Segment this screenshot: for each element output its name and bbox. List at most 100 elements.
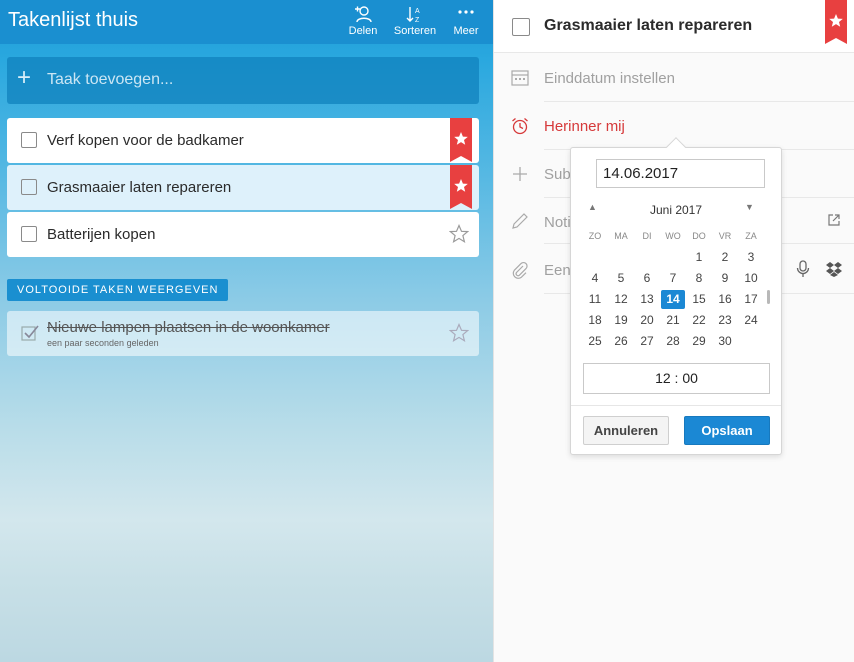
svg-text:A: A: [415, 8, 420, 15]
reminder-date-input[interactable]: [596, 159, 765, 188]
calendar-day[interactable]: 20: [635, 310, 659, 331]
show-completed-button[interactable]: VOLTOOIDE TAKEN WEERGEVEN: [7, 279, 229, 301]
weekday-label: DO: [692, 231, 706, 241]
pencil-icon: [512, 213, 528, 229]
share-label: Delen: [348, 25, 378, 37]
calendar-day-selected[interactable]: 14: [661, 290, 685, 309]
task-title: Batterijen kopen: [47, 226, 156, 243]
sort-button[interactable]: AZ Sorteren: [392, 5, 438, 37]
calendar-week-row: 18 19 20 21 22 23 24: [583, 310, 767, 331]
calendar-day[interactable]: 17: [739, 289, 763, 310]
sort-label: Sorteren: [393, 25, 437, 37]
checked-checkbox-icon[interactable]: [21, 324, 39, 342]
calendar-scrollbar[interactable]: [767, 290, 770, 304]
external-link-icon[interactable]: [827, 213, 841, 227]
reminder-popup: ▲ Juni 2017 ▼ ZO MA DI WO DO VR ZA 12345…: [570, 137, 782, 455]
alarm-clock-icon: [512, 118, 528, 135]
svg-text:Z: Z: [415, 17, 420, 23]
task-checkbox[interactable]: [21, 179, 37, 195]
calendar-week-row: 25 26 27 28 29 30: [583, 331, 767, 352]
star-outline-icon[interactable]: [449, 323, 469, 343]
weekday-label: WO: [665, 231, 681, 241]
note-label: Noti: [544, 214, 571, 231]
task-checkbox[interactable]: [21, 226, 37, 242]
weekday-label: VR: [718, 231, 732, 241]
star-outline-icon[interactable]: [449, 224, 469, 244]
calendar-day[interactable]: 2: [713, 247, 737, 268]
next-month-arrow-icon[interactable]: ▼: [745, 202, 754, 212]
reminder-row[interactable]: Herinner mij: [544, 102, 854, 150]
star-ribbon-icon[interactable]: [825, 0, 847, 44]
calendar-day[interactable]: 26: [609, 331, 633, 352]
calendar-day[interactable]: 9: [713, 268, 737, 289]
star-ribbon-icon[interactable]: [450, 165, 472, 209]
sort-icon: AZ: [392, 5, 438, 24]
save-button[interactable]: Opslaan: [684, 416, 770, 445]
calendar-day[interactable]: 10: [739, 268, 763, 289]
cancel-button[interactable]: Annuleren: [583, 416, 669, 445]
task-title: Verf kopen voor de badkamer: [47, 132, 244, 149]
weekday-label: MA: [614, 231, 628, 241]
detail-title[interactable]: Grasmaaier laten repareren: [544, 17, 752, 35]
task-row-selected[interactable]: Grasmaaier laten repareren: [7, 165, 479, 210]
list-title: Takenlijst thuis: [8, 9, 139, 31]
calendar-day[interactable]: 6: [635, 268, 659, 289]
file-label: Een: [544, 262, 571, 279]
calendar-day[interactable]: 7: [661, 268, 685, 289]
calendar-day[interactable]: 8: [687, 268, 711, 289]
calendar-day[interactable]: 18: [583, 310, 607, 331]
star-ribbon-icon[interactable]: [450, 118, 472, 162]
add-person-icon: [340, 5, 386, 23]
calendar-day[interactable]: 4: [583, 268, 607, 289]
due-date-row[interactable]: Einddatum instellen: [544, 54, 854, 102]
calendar-day[interactable]: 3: [739, 247, 763, 268]
popup-footer: Annuleren Opslaan: [571, 405, 781, 455]
calendar-icon: [511, 70, 529, 86]
calendar-day[interactable]: 21: [661, 310, 685, 331]
add-task-input[interactable]: + Taak toevoegen...: [7, 57, 479, 104]
calendar-day[interactable]: 12: [609, 289, 633, 310]
detail-header: Grasmaaier laten repareren: [494, 0, 854, 53]
dropbox-icon[interactable]: [825, 261, 843, 277]
calendar-day[interactable]: 23: [713, 310, 737, 331]
calendar-day[interactable]: 11: [583, 289, 607, 310]
calendar-day[interactable]: 29: [687, 331, 711, 352]
plus-icon: [513, 167, 527, 181]
share-button[interactable]: Delen: [340, 5, 386, 37]
weekday-label: ZA: [745, 231, 757, 241]
due-date-label: Einddatum instellen: [544, 70, 675, 87]
task-row[interactable]: Verf kopen voor de badkamer: [7, 118, 479, 163]
calendar-grid: ZO MA DI WO DO VR ZA 1 2 3 4 5 6 7 8 9 10 11 12 13 14…: [583, 226, 767, 352]
calendar-day[interactable]: 22: [687, 310, 711, 331]
calendar-week-row: 123: [583, 247, 767, 268]
completed-task-row[interactable]: Nieuwe lampen plaatsen in de woonkamer e…: [7, 311, 479, 356]
detail-checkbox[interactable]: [512, 18, 530, 36]
calendar-day[interactable]: 16: [713, 289, 737, 310]
more-button[interactable]: Meer: [443, 5, 489, 37]
calendar-week-row: 4 5 6 7 8 9 10: [583, 268, 767, 289]
microphone-icon[interactable]: [796, 260, 810, 278]
calendar-day[interactable]: 5: [609, 268, 633, 289]
weekday-label: ZO: [588, 231, 602, 241]
calendar-day[interactable]: 27: [635, 331, 659, 352]
calendar-day[interactable]: 13: [635, 289, 659, 310]
calendar-day[interactable]: 1: [687, 247, 711, 268]
more-label: Meer: [453, 25, 479, 37]
reminder-time-input[interactable]: 12 : 00: [583, 363, 770, 394]
add-task-placeholder: Taak toevoegen...: [47, 71, 174, 88]
list-toolbar: Takenlijst thuis Delen AZ Sorteren Meer: [0, 0, 493, 44]
task-row[interactable]: Batterijen kopen: [7, 212, 479, 257]
completed-task-title: Nieuwe lampen plaatsen in de woonkamer: [47, 319, 330, 336]
prev-month-arrow-icon[interactable]: ▲: [588, 202, 597, 212]
calendar-day[interactable]: 19: [609, 310, 633, 331]
calendar-weeks: 1 2 3 4 5 6 7 8 9 10 11 12 13 14 15 16 17 18 19 20 21 22 23 24 2…: [583, 247, 767, 352]
calendar-day[interactable]: 15: [687, 289, 711, 310]
reminder-label: Herinner mij: [544, 118, 625, 135]
calendar-day[interactable]: 24: [739, 310, 763, 331]
calendar-day[interactable]: 30: [713, 331, 737, 352]
calendar-day[interactable]: 28: [661, 331, 685, 352]
calendar-day[interactable]: 25: [583, 331, 607, 352]
task-checkbox[interactable]: [21, 132, 37, 148]
weekday-header-row: ZO MA DI WO DO VR ZA: [583, 226, 767, 247]
paperclip-icon: [512, 261, 528, 279]
